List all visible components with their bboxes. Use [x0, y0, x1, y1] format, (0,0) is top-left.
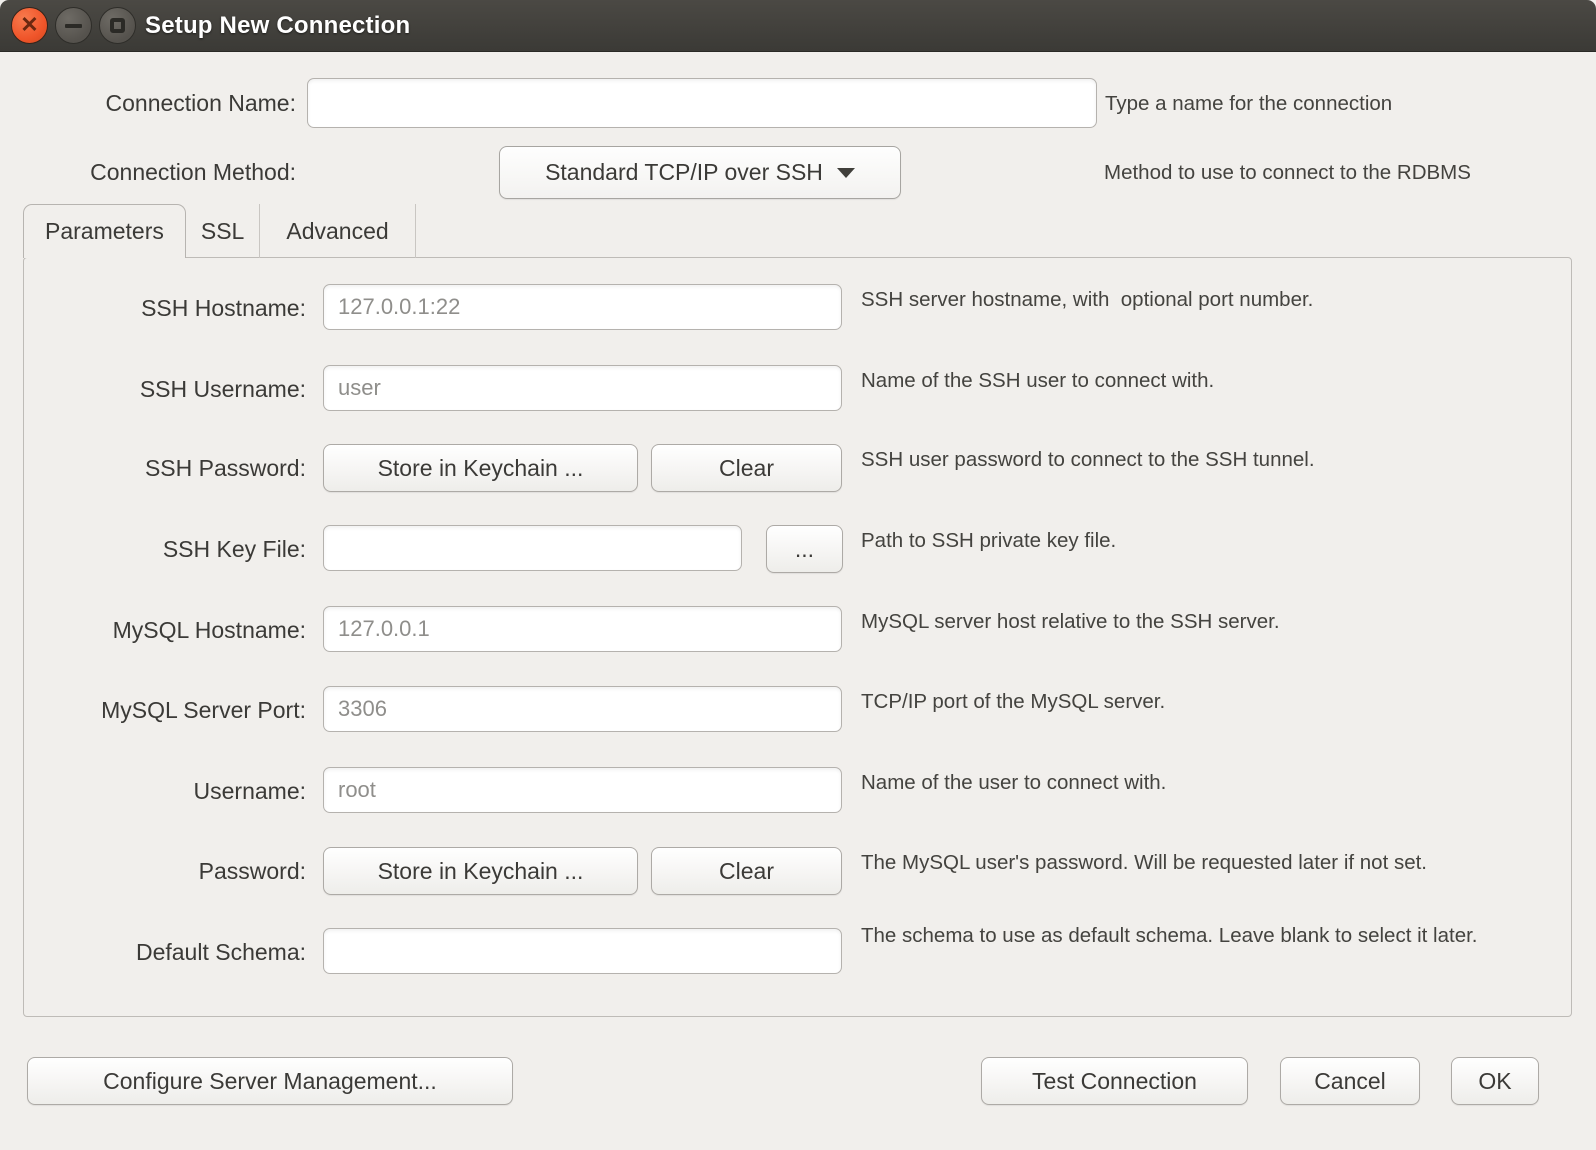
connection-method-value: Standard TCP/IP over SSH — [545, 159, 823, 186]
ssh-key-file-help: Path to SSH private key file. — [861, 527, 1537, 554]
ssh-hostname-help: SSH server hostname, with optional port … — [861, 286, 1537, 313]
password-row: Password: Store in Keychain ... Clear Th… — [24, 847, 1571, 895]
mysql-hostname-help: MySQL server host relative to the SSH se… — [861, 608, 1537, 635]
ok-button[interactable]: OK — [1451, 1057, 1539, 1105]
ssh-password-clear-button[interactable]: Clear — [651, 444, 842, 492]
mysql-hostname-row: MySQL Hostname: MySQL server host relati… — [24, 606, 1571, 654]
username-row: Username: Name of the user to connect wi… — [24, 767, 1571, 815]
ssh-username-help: Name of the SSH user to connect with. — [861, 367, 1537, 394]
ssh-key-file-row: SSH Key File: ... Path to SSH private ke… — [24, 525, 1571, 573]
minimize-button[interactable] — [55, 7, 92, 44]
ssh-username-label: SSH Username: — [24, 365, 306, 413]
mysql-port-label: MySQL Server Port: — [24, 686, 306, 734]
ssh-password-label: SSH Password: — [24, 444, 306, 492]
connection-method-label: Connection Method: — [0, 146, 296, 199]
parameters-panel: SSH Hostname: SSH server hostname, with … — [23, 257, 1572, 1017]
configure-server-management-button[interactable]: Configure Server Management... — [27, 1057, 513, 1105]
store-in-keychain-button[interactable]: Store in Keychain ... — [323, 847, 638, 895]
mysql-hostname-label: MySQL Hostname: — [24, 606, 306, 654]
password-help: The MySQL user's password. Will be reque… — [861, 849, 1537, 876]
default-schema-label: Default Schema: — [24, 928, 306, 976]
mysql-port-help: TCP/IP port of the MySQL server. — [861, 688, 1537, 715]
password-label: Password: — [24, 847, 306, 895]
connection-name-label: Connection Name: — [0, 78, 296, 128]
chevron-down-icon — [837, 168, 855, 178]
default-schema-row: Default Schema: The schema to use as def… — [24, 928, 1571, 976]
close-button[interactable]: ✕ — [11, 7, 48, 44]
connection-method-help: Method to use to connect to the RDBMS — [1104, 146, 1471, 199]
connection-name-input[interactable] — [307, 78, 1097, 128]
titlebar[interactable]: ✕ Setup New Connection — [0, 0, 1596, 52]
username-label: Username: — [24, 767, 306, 815]
connection-method-dropdown[interactable]: Standard TCP/IP over SSH — [499, 146, 901, 199]
ssh-hostname-input[interactable] — [323, 284, 842, 330]
window-title: Setup New Connection — [145, 0, 410, 52]
ssh-password-row: SSH Password: Store in Keychain ... Clea… — [24, 444, 1571, 492]
mysql-port-row: MySQL Server Port: TCP/IP port of the My… — [24, 686, 1571, 734]
close-icon: ✕ — [20, 14, 38, 36]
test-connection-button[interactable]: Test Connection — [981, 1057, 1248, 1105]
mysql-port-input[interactable] — [323, 686, 842, 732]
username-input[interactable] — [323, 767, 842, 813]
cancel-button[interactable]: Cancel — [1280, 1057, 1420, 1105]
ssh-username-input[interactable] — [323, 365, 842, 411]
ssh-hostname-label: SSH Hostname: — [24, 284, 306, 332]
ssh-hostname-row: SSH Hostname: SSH server hostname, with … — [24, 284, 1571, 332]
ssh-store-in-keychain-button[interactable]: Store in Keychain ... — [323, 444, 638, 492]
password-clear-button[interactable]: Clear — [651, 847, 842, 895]
default-schema-help: The schema to use as default schema. Lea… — [861, 922, 1537, 949]
ssh-key-file-browse-button[interactable]: ... — [766, 525, 843, 573]
mysql-hostname-input[interactable] — [323, 606, 842, 652]
maximize-icon — [110, 18, 125, 33]
tab-ssl[interactable]: SSL — [186, 204, 260, 258]
username-help: Name of the user to connect with. — [861, 769, 1537, 796]
ssh-key-file-label: SSH Key File: — [24, 525, 306, 573]
ssh-key-file-input[interactable] — [323, 525, 742, 571]
connection-name-help: Type a name for the connection — [1105, 78, 1392, 128]
maximize-button[interactable] — [99, 7, 136, 44]
default-schema-input[interactable] — [323, 928, 842, 974]
tab-bar: Parameters SSL Advanced — [23, 204, 416, 258]
ssh-username-row: SSH Username: Name of the SSH user to co… — [24, 365, 1571, 413]
minimize-icon — [65, 24, 82, 28]
tab-advanced[interactable]: Advanced — [260, 204, 415, 258]
tab-parameters[interactable]: Parameters — [23, 204, 186, 258]
ssh-password-help: SSH user password to connect to the SSH … — [861, 446, 1537, 473]
